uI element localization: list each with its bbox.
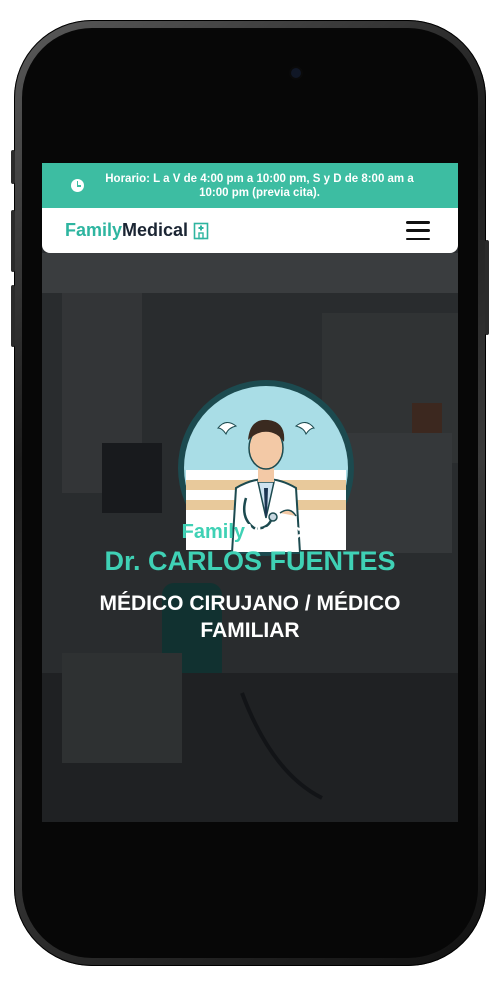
- hero-brand-medical: Medical: [245, 521, 319, 543]
- logo-text-family: Family: [65, 220, 123, 240]
- power-button: [485, 240, 489, 335]
- hospital-icon: [193, 222, 209, 239]
- doctor-specialty: MÉDICO CIRUJANO / MÉDICO FAMILIAR: [99, 592, 401, 642]
- phone-screen: Horario: L a V de 4:00 pm a 10:00 pm, S …: [42, 163, 458, 822]
- front-camera-icon: [291, 68, 301, 78]
- hero-brand-family: Family: [181, 521, 245, 543]
- schedule-bar: Horario: L a V de 4:00 pm a 10:00 pm, S …: [42, 163, 458, 208]
- site-logo[interactable]: Family Medical: [65, 220, 209, 241]
- navbar: Family Medical: [42, 208, 458, 253]
- hero-brand: FamilyMedical: [42, 521, 458, 544]
- logo-text-medical: Medical: [122, 220, 189, 240]
- mute-switch: [11, 150, 15, 184]
- volume-up-button: [11, 210, 15, 272]
- schedule-text: Horario: L a V de 4:00 pm a 10:00 pm, S …: [105, 172, 414, 199]
- hero-section: FamilyMedical Dr. CARLOS FUENTES MÉDICO …: [42, 253, 458, 822]
- clock-icon: [70, 179, 84, 192]
- doctor-name: Dr. CARLOS FUENTES: [104, 546, 396, 576]
- volume-down-button: [11, 285, 15, 347]
- hamburger-menu-icon[interactable]: [406, 221, 430, 240]
